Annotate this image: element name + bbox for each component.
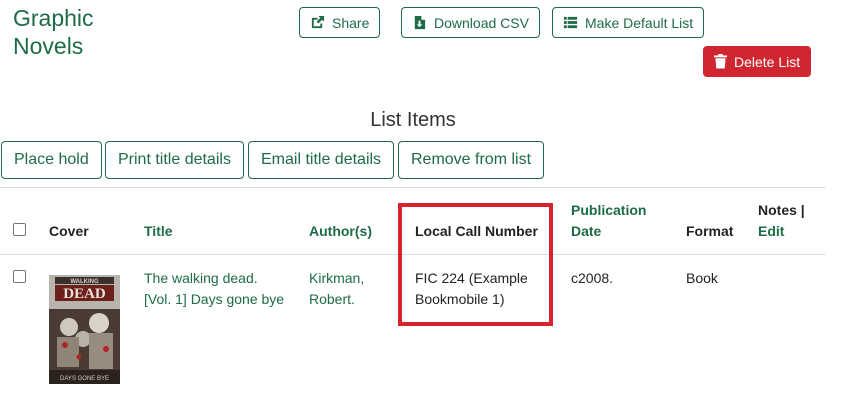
svg-text:DAYS GONE BYE: DAYS GONE BYE xyxy=(60,376,109,382)
file-download-icon xyxy=(414,15,426,30)
remove-from-list-button[interactable]: Remove from list xyxy=(398,141,545,179)
table-top-divider xyxy=(0,187,826,188)
make-default-list-label: Make Default List xyxy=(585,14,694,31)
call-number-highlight-box xyxy=(398,203,553,326)
download-csv-label: Download CSV xyxy=(434,14,529,31)
list-title: Graphic Novels xyxy=(13,5,94,59)
section-heading: List Items xyxy=(370,109,456,131)
share-button[interactable]: Share xyxy=(299,7,381,38)
row-select-checkbox[interactable] xyxy=(13,270,26,283)
trash-icon xyxy=(714,54,727,69)
header-publication-line2: Date xyxy=(571,223,602,239)
header-notes-label: Notes | xyxy=(758,202,805,218)
row-title-line1: The walking dead. xyxy=(144,270,258,286)
svg-text:WALKING: WALKING xyxy=(70,279,99,285)
place-hold-button[interactable]: Place hold xyxy=(1,141,102,179)
row-format: Book xyxy=(686,270,718,286)
row-title-link[interactable]: The walking dead. [Vol. 1] Days gone bye xyxy=(144,268,284,310)
row-author-line2: Robert. xyxy=(309,291,355,307)
header-cover: Cover xyxy=(49,223,89,239)
header-format: Format xyxy=(686,223,734,239)
make-default-list-button[interactable]: Make Default List xyxy=(552,7,705,38)
header-publication-date-sort[interactable]: Publication Date xyxy=(571,200,646,242)
print-title-details-button[interactable]: Print title details xyxy=(105,141,244,179)
download-csv-button[interactable]: Download CSV xyxy=(401,7,540,38)
delete-list-button[interactable]: Delete List xyxy=(703,46,811,77)
header-edit-link[interactable]: Edit xyxy=(758,223,784,239)
delete-list-label: Delete List xyxy=(734,53,801,70)
email-title-details-button[interactable]: Email title details xyxy=(248,141,395,179)
header-title-sort[interactable]: Title xyxy=(144,221,173,242)
select-all-checkbox[interactable] xyxy=(13,223,26,236)
cover-image[interactable]: WALKING DEAD DAYS GONE BYE xyxy=(49,275,120,384)
header-publication-line1: Publication xyxy=(571,202,647,218)
row-author-line1: Kirkman, xyxy=(309,270,365,286)
share-icon xyxy=(311,15,325,29)
row-author-link[interactable]: Kirkman, Robert. xyxy=(309,268,364,310)
row-title-line2: [Vol. 1] Days gone bye xyxy=(144,291,285,307)
share-label: Share xyxy=(332,14,370,31)
header-authors-sort[interactable]: Author(s) xyxy=(309,221,372,242)
row-publication-date: c2008. xyxy=(571,270,614,286)
header-notes: Notes | Edit xyxy=(758,200,805,242)
svg-text:DEAD: DEAD xyxy=(63,286,106,302)
list-icon xyxy=(563,16,578,29)
